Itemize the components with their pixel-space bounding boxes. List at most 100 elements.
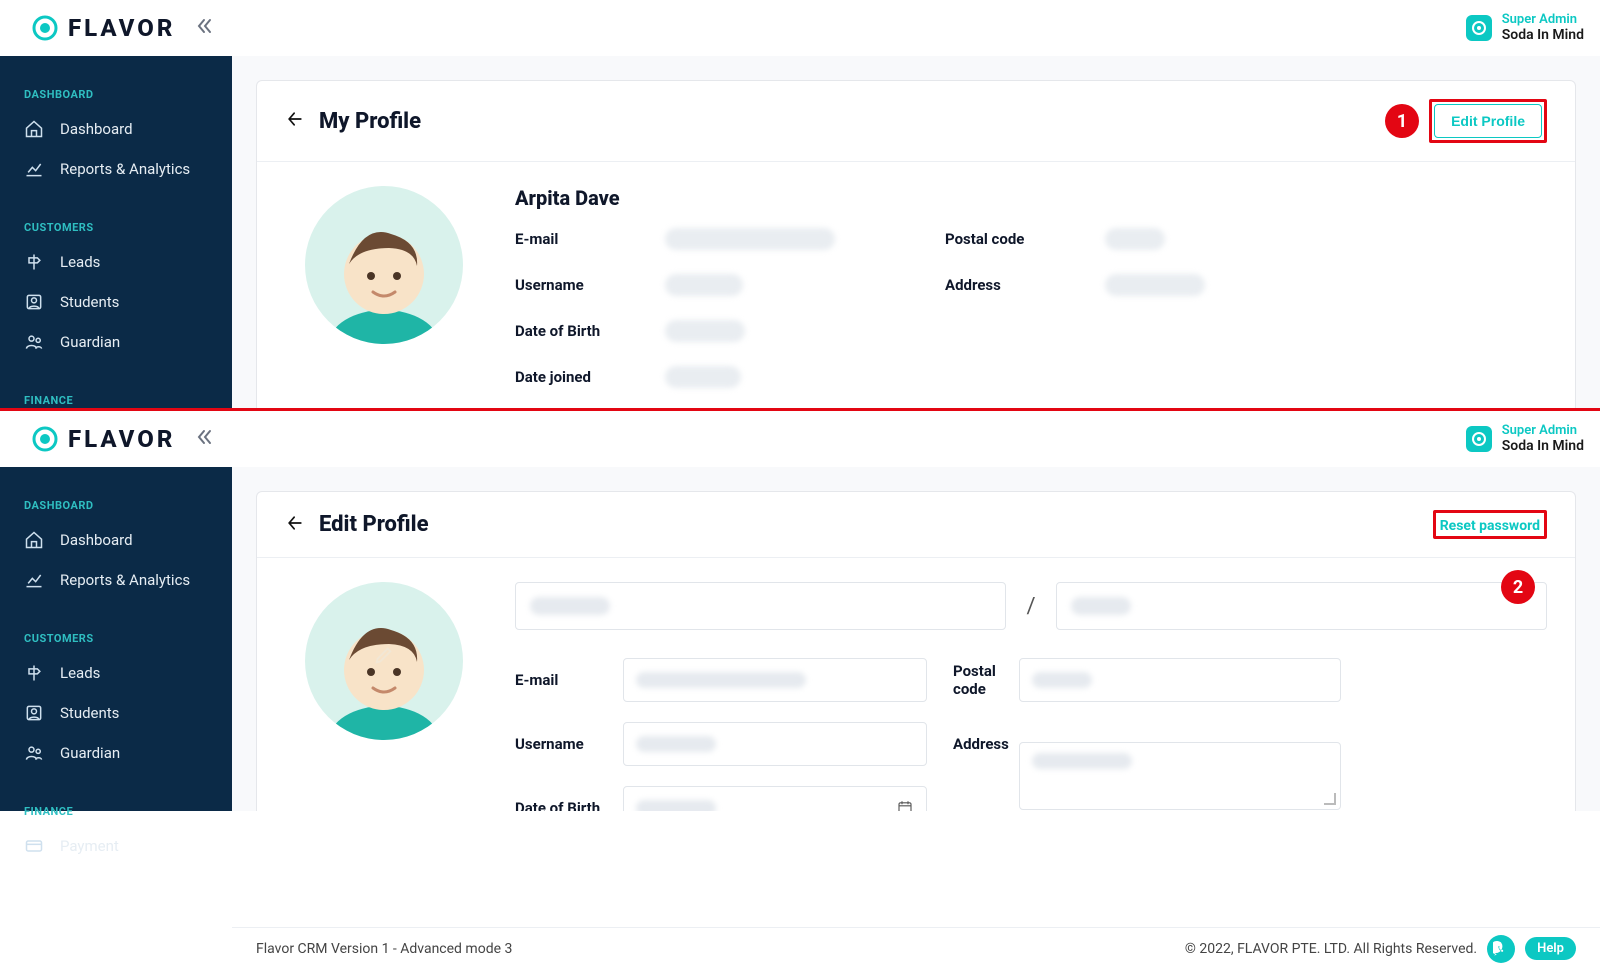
avatar-illustration [319,204,449,344]
sidebar-item-label: Dashboard [60,120,133,138]
sidebar-item-label: Reports & Analytics [60,160,190,178]
sidebar-item-guardian[interactable]: Guardian [0,322,232,362]
label-username: Username [515,276,665,294]
sidebar-category-dashboard: DASHBOARD [0,491,232,520]
last-name-input[interactable] [1056,582,1547,630]
header-user-area[interactable]: Super Admin Soda In Mind [1466,423,1584,455]
arrow-left-icon [285,513,305,533]
annotation-number-2: 2 [1501,570,1535,604]
label-postal: Postal code [927,662,1019,698]
sidebar-category-dashboard: DASHBOARD [0,80,232,109]
annotation-highlight-2: Reset password [1433,510,1547,539]
sidebar: DASHBOARD Dashboard Reports & Analytics … [0,56,232,408]
label-email: E-mail [515,230,665,248]
help-button[interactable]: Help [1525,937,1576,960]
sidebar-item-label: Payment [60,837,119,855]
reset-password-button[interactable]: Reset password [1438,514,1542,538]
label-dob: Date of Birth [515,799,623,811]
sidebar-item-leads[interactable]: Leads [0,653,232,693]
chevron-double-left-icon [195,428,213,446]
header-user-area[interactable]: Super Admin Soda In Mind [1466,12,1584,44]
sidebar-item-dashboard[interactable]: Dashboard [0,109,232,149]
sidebar-category-finance: FINANCE [0,797,232,826]
sidebar-category-customers: CUSTOMERS [0,624,232,653]
sidebar-collapse-button[interactable] [195,428,213,450]
sidebar-collapse-button[interactable] [195,17,213,39]
sidebar: DASHBOARD Dashboard Reports & Analytics … [0,467,232,811]
signpost-icon [24,252,44,272]
version-text: Flavor CRM Version 1 - Advanced mode 3 [256,941,512,957]
org-name: Soda In Mind [1502,27,1584,44]
dob-input[interactable] [623,786,927,811]
home-icon [24,119,44,139]
label-postal: Postal code [945,230,1105,248]
value-joined [665,366,741,388]
sidebar-category-customers: CUSTOMERS [0,213,232,242]
copyright-text: © 2022, FLAVOR PTE. LTD. All Rights Rese… [1185,941,1477,957]
profile-avatar-editable[interactable] [305,582,463,740]
email-input[interactable] [623,658,927,702]
label-address: Address [927,735,1019,753]
user-role: Super Admin [1502,12,1584,28]
sidebar-item-label: Students [60,704,119,722]
whatsapp-button[interactable] [1487,935,1515,963]
annotation-highlight-1: Edit Profile [1429,99,1547,143]
back-button[interactable] [285,109,305,133]
app-footer: Flavor CRM Version 1 - Advanced mode 3 ©… [232,927,1600,969]
first-name-input[interactable] [515,582,1006,630]
edit-profile-button[interactable]: Edit Profile [1434,104,1542,138]
target-icon [1471,20,1487,36]
value-address [1105,274,1205,296]
sidebar-item-label: Dashboard [60,531,133,549]
sidebar-item-payment[interactable]: Payment [0,826,232,866]
calendar-icon [896,799,914,811]
org-avatar [1466,426,1492,452]
value-dob [665,320,745,342]
chart-line-icon [24,570,44,590]
edit-profile-card: Edit Profile Reset password 2 [256,491,1576,811]
chevron-double-left-icon [195,17,213,35]
page-title: Edit Profile [319,512,429,537]
username-input[interactable] [623,722,927,766]
back-button[interactable] [285,513,305,537]
label-address: Address [945,276,1105,294]
user-square-icon [24,703,44,723]
sidebar-item-label: Leads [60,253,100,271]
credit-card-icon [24,836,44,856]
sidebar-item-label: Students [60,293,119,311]
user-square-icon [24,292,44,312]
postal-input[interactable] [1019,658,1341,702]
person-name: Arpita Dave [515,186,1547,210]
profile-avatar [305,186,463,344]
sidebar-item-dashboard[interactable]: Dashboard [0,520,232,560]
brand-logo[interactable]: FLAVOR [32,14,175,42]
profile-card: My Profile 1 Edit Profile [256,80,1576,408]
org-name: Soda In Mind [1502,438,1584,455]
sidebar-item-label: Reports & Analytics [60,571,190,589]
name-separator: / [1026,594,1035,619]
brand-logo[interactable]: FLAVOR [32,425,175,453]
logo-icon [32,426,58,452]
logo-icon [32,15,58,41]
sidebar-item-reports[interactable]: Reports & Analytics [0,149,232,189]
annotation-number-1: 1 [1385,104,1419,138]
value-email [665,228,835,250]
sidebar-item-guardian[interactable]: Guardian [0,733,232,773]
page-title: My Profile [319,109,421,134]
app-header: FLAVOR Super Admin Soda In Mind [0,0,1600,56]
sidebar-item-students[interactable]: Students [0,693,232,733]
address-textarea[interactable] [1019,742,1341,810]
sidebar-item-leads[interactable]: Leads [0,242,232,282]
sidebar-item-students[interactable]: Students [0,282,232,322]
target-icon [1471,431,1487,447]
label-joined: Date joined [515,368,665,386]
brand-name: FLAVOR [68,425,175,453]
user-role: Super Admin [1502,423,1584,439]
users-icon [24,332,44,352]
label-username: Username [515,735,623,753]
sidebar-item-label: Guardian [60,333,120,351]
pencil-icon [373,644,395,666]
users-icon [24,743,44,763]
label-dob: Date of Birth [515,322,665,340]
sidebar-item-reports[interactable]: Reports & Analytics [0,560,232,600]
